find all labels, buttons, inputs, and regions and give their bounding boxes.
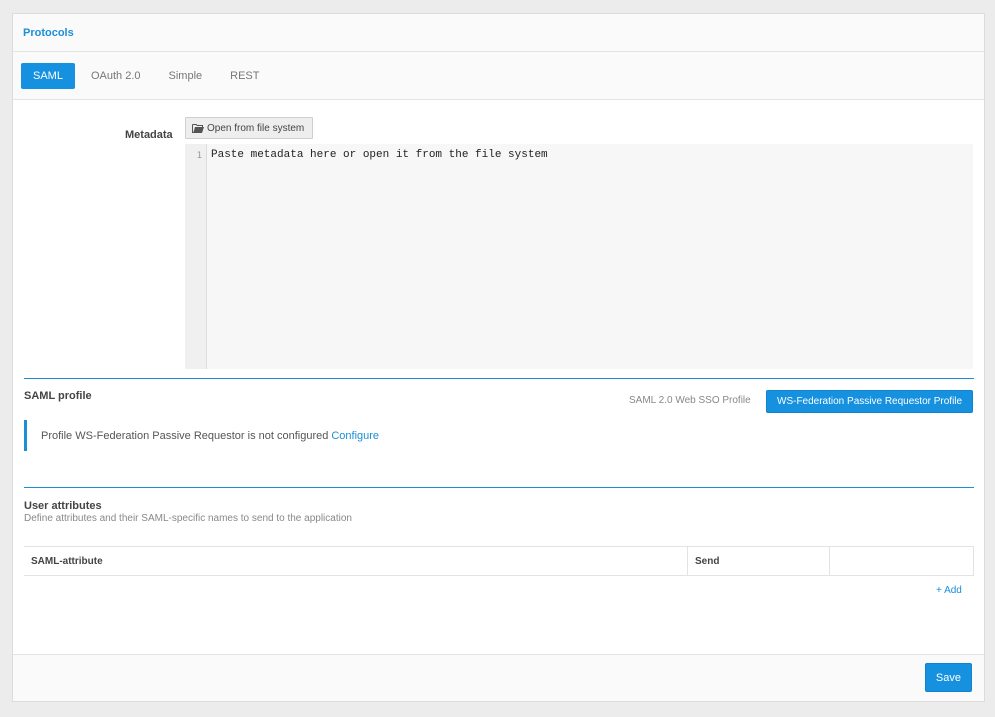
profile-not-configured-notice: Profile WS-Federation Passive Requestor … bbox=[24, 420, 624, 451]
configure-link[interactable]: Configure bbox=[331, 430, 379, 442]
metadata-label: Metadata bbox=[125, 129, 173, 141]
saml-profile-divider bbox=[24, 378, 974, 379]
open-from-file-label: Open from file system bbox=[207, 122, 305, 134]
folder-open-icon bbox=[192, 123, 204, 133]
add-attribute-link[interactable]: + Add bbox=[936, 585, 962, 596]
line-number-gutter: 1 bbox=[185, 144, 207, 369]
panel-header: Protocols bbox=[13, 14, 984, 52]
saml-profile-title: SAML profile bbox=[24, 390, 92, 402]
protocol-tabs: SAML OAuth 2.0 Simple REST bbox=[13, 52, 984, 100]
saml-web-sso-profile-option[interactable]: SAML 2.0 Web SSO Profile bbox=[629, 395, 751, 406]
open-from-file-button[interactable]: Open from file system bbox=[185, 117, 314, 139]
tab-oauth[interactable]: OAuth 2.0 bbox=[79, 63, 153, 89]
user-attributes-subtitle: Define attributes and their SAML-specifi… bbox=[24, 513, 352, 524]
column-actions bbox=[830, 547, 974, 575]
column-send: Send bbox=[688, 547, 830, 575]
column-saml-attribute: SAML-attribute bbox=[24, 547, 688, 575]
tab-saml[interactable]: SAML bbox=[21, 62, 75, 89]
ws-federation-profile-button[interactable]: WS-Federation Passive Requestor Profile bbox=[766, 390, 974, 413]
tab-rest[interactable]: REST bbox=[218, 63, 271, 89]
metadata-placeholder: Paste metadata here or open it from the … bbox=[211, 149, 548, 161]
metadata-editor[interactable]: 1 Paste metadata here or open it from th… bbox=[185, 144, 973, 369]
attributes-table-header: SAML-attribute Send bbox=[24, 546, 974, 576]
user-attributes-title: User attributes bbox=[24, 500, 102, 512]
panel-title: Protocols bbox=[23, 26, 74, 39]
user-attributes-divider bbox=[24, 487, 974, 488]
protocols-panel: Protocols SAML OAuth 2.0 Simple REST Met… bbox=[12, 13, 985, 702]
save-button[interactable]: Save bbox=[924, 663, 972, 692]
notice-text: Profile WS-Federation Passive Requestor … bbox=[41, 429, 329, 442]
panel-footer: Save bbox=[13, 654, 984, 701]
tab-simple[interactable]: Simple bbox=[157, 63, 215, 89]
